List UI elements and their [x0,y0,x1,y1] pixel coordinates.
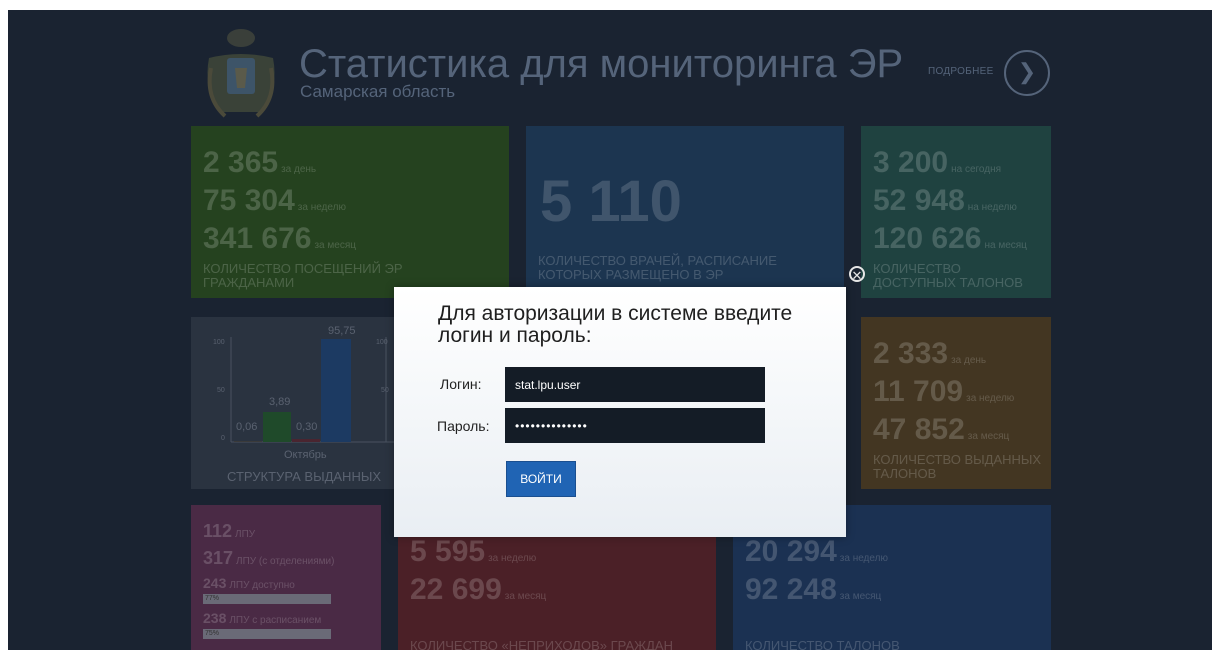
login-dialog-title: Для авторизации в системе введите логин … [438,302,793,347]
login-submit-button[interactable]: ВОЙТИ [506,461,576,497]
password-input[interactable] [505,408,765,443]
login-dialog: Для авторизации в системе введите логин … [394,287,846,537]
login-overlay: ✕ Для авторизации в системе введите логи… [0,0,1221,650]
password-label: Пароль: [437,418,490,434]
close-icon[interactable]: ✕ [849,266,865,283]
login-input[interactable] [505,367,765,402]
login-label: Логин: [440,376,482,392]
